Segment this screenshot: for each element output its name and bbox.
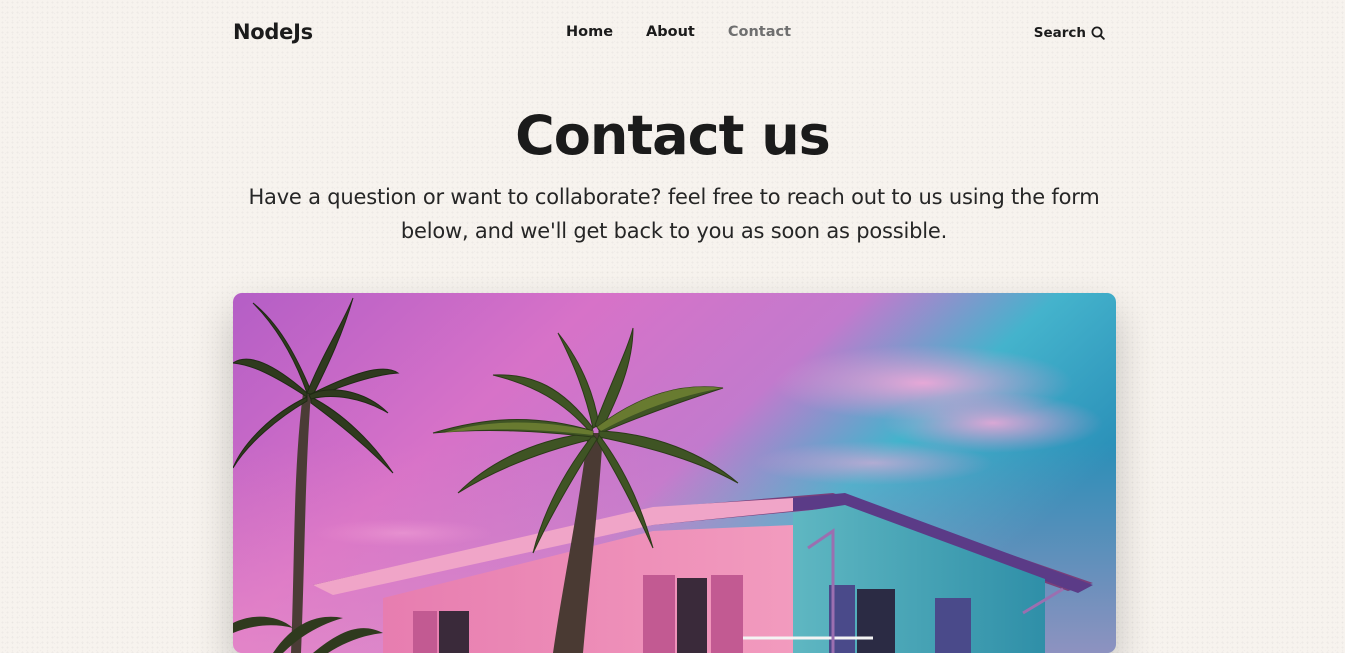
nav-link-home[interactable]: Home — [566, 24, 613, 40]
site-logo[interactable]: NodeJs — [233, 20, 313, 44]
nav-link-about[interactable]: About — [646, 24, 695, 40]
nav-link-contact[interactable]: Contact — [728, 24, 791, 40]
search-label: Search — [1033, 25, 1086, 41]
site-header: NodeJs Home About Contact Search — [233, 0, 1113, 68]
page-title: Contact us — [515, 104, 831, 167]
search-button[interactable]: Search — [1034, 25, 1105, 41]
page-subtitle: Have a question or want to collaborate? … — [248, 185, 1100, 243]
hero-image-illustration — [233, 293, 1116, 653]
hero-image — [233, 293, 1116, 653]
search-icon — [1091, 26, 1105, 40]
main-nav: Home About Contact — [566, 24, 824, 40]
